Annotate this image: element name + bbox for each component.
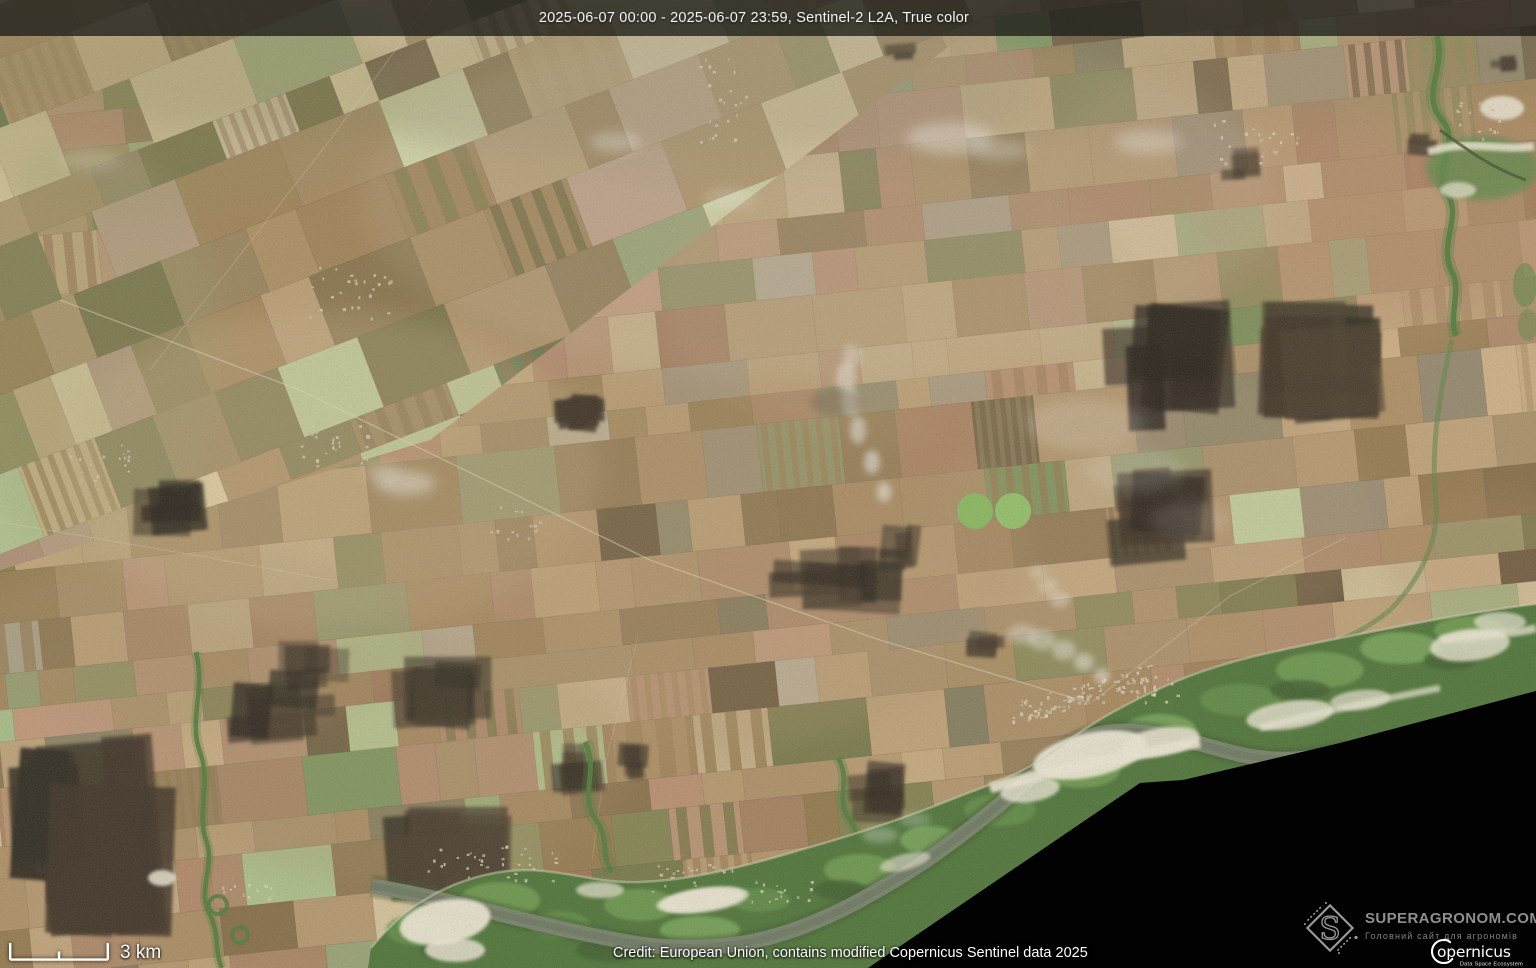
superagronom-title: SUPERAGRONOM.COM — [1365, 910, 1536, 927]
scale-label: 3 km — [120, 944, 161, 961]
eo-browser-viewport: 2025-06-07 00:00 - 2025-06-07 23:59, Sen… — [0, 0, 1536, 968]
data-credit: Credit: European Union, contains modifie… — [613, 945, 1088, 961]
copernicus-logo-icon: opernicus Data Space Ecosystem — [1430, 936, 1525, 967]
superagronom-logo-icon: S — [1301, 899, 1359, 957]
copernicus-watermark: opernicus Data Space Ecosystem — [1430, 936, 1525, 968]
superagronom-watermark: S — [1301, 899, 1359, 962]
top-info-bar: 2025-06-07 00:00 - 2025-06-07 23:59, Sen… — [0, 0, 1536, 36]
copernicus-wordmark: opernicus — [1437, 943, 1511, 961]
copernicus-tagline: Data Space Ecosystem — [1460, 962, 1523, 968]
superagronom-monogram: S — [1319, 911, 1340, 947]
map-scale-bar: 3 km — [9, 942, 161, 961]
satellite-map-canvas[interactable] — [0, 0, 1536, 968]
scale-ruler-icon — [9, 942, 109, 961]
date-layer-label: 2025-06-07 00:00 - 2025-06-07 23:59, Sen… — [539, 10, 969, 26]
